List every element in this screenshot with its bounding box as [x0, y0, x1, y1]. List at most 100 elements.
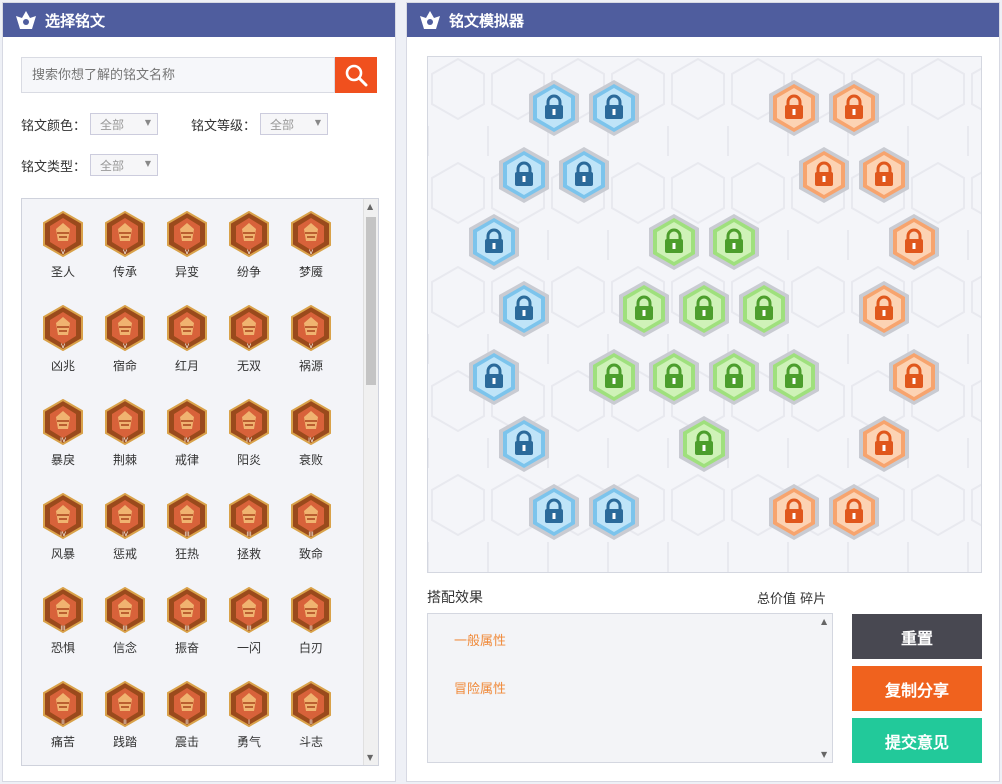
- inscription-slot-green[interactable]: [648, 348, 700, 406]
- inscription-item[interactable]: V 圣人: [32, 211, 94, 280]
- inscription-slot-orange[interactable]: [858, 415, 910, 473]
- reset-button[interactable]: 重置: [852, 614, 982, 659]
- inscription-slot-green[interactable]: [588, 348, 640, 406]
- inscription-slot-blue[interactable]: [588, 483, 640, 541]
- inscription-slot-green[interactable]: [708, 348, 760, 406]
- inscription-item[interactable]: IV 戒律: [156, 399, 218, 468]
- inscription-name: 震击: [174, 735, 199, 749]
- inscription-item[interactable]: III 拯救: [218, 493, 280, 562]
- inscription-item[interactable]: V 传承: [94, 211, 156, 280]
- inscription-item[interactable]: V 红月: [156, 305, 218, 374]
- inscription-item[interactable]: II 震击: [156, 681, 218, 750]
- inscription-item[interactable]: III 恐惧: [32, 587, 94, 656]
- combo-scrollbar[interactable]: ▲ ▼: [818, 614, 832, 762]
- inscription-slot-orange[interactable]: [768, 79, 820, 137]
- inscription-item[interactable]: IV 风暴: [32, 493, 94, 562]
- inscription-slot-blue[interactable]: [588, 79, 640, 137]
- inscription-slot-orange[interactable]: [798, 146, 850, 204]
- inscription-level: III: [184, 531, 190, 538]
- inscription-item[interactable]: III 振奋: [156, 587, 218, 656]
- inscription-slot-orange[interactable]: [858, 146, 910, 204]
- total-value-label: 总价值 碎片: [757, 592, 827, 607]
- inscription-icon: III: [43, 587, 83, 633]
- inscription-level: III: [246, 531, 252, 538]
- inscription-slot-blue[interactable]: [468, 348, 520, 406]
- inscription-slot-green[interactable]: [768, 348, 820, 406]
- inscription-item[interactable]: V 祸源: [280, 305, 342, 374]
- inscription-slot-blue[interactable]: [498, 415, 550, 473]
- scroll-down-icon[interactable]: ▼: [367, 753, 373, 762]
- inscription-icon: IV: [43, 399, 83, 445]
- combo-item-general[interactable]: 一般属性: [454, 630, 506, 649]
- inscription-slot-orange[interactable]: [828, 79, 880, 137]
- inscription-slot-orange[interactable]: [888, 348, 940, 406]
- inscription-slot-blue[interactable]: [528, 79, 580, 137]
- lock-icon: [859, 281, 909, 337]
- lock-icon: [499, 416, 549, 472]
- inscription-name: 衰败: [298, 453, 323, 467]
- inscription-slot-orange[interactable]: [888, 213, 940, 271]
- scroll-up-icon[interactable]: ▲: [367, 202, 373, 211]
- inscription-item[interactable]: III 信念: [94, 587, 156, 656]
- inscription-name: 暴戾: [50, 453, 75, 467]
- inscription-item[interactable]: IV 惩戒: [94, 493, 156, 562]
- inscription-icon: III: [105, 587, 145, 633]
- scroll-thumb[interactable]: [366, 217, 376, 385]
- inscription-slot-green[interactable]: [708, 213, 760, 271]
- combo-scroll-down-icon[interactable]: ▼: [821, 750, 827, 759]
- inscription-name: 践踏: [112, 735, 137, 749]
- submit-feedback-button[interactable]: 提交意见: [852, 718, 982, 763]
- inscription-item[interactable]: V 梦魇: [280, 211, 342, 280]
- inscription-slot-blue[interactable]: [468, 213, 520, 271]
- inscription-slot-green[interactable]: [648, 213, 700, 271]
- inscription-slot-green[interactable]: [738, 280, 790, 338]
- inscription-item[interactable]: III 致命: [280, 493, 342, 562]
- inscription-item[interactable]: IV 暴戾: [32, 399, 94, 468]
- type-filter: 铭文类型： 全部: [21, 154, 159, 176]
- inscription-slot-orange[interactable]: [828, 483, 880, 541]
- lock-icon: [469, 349, 519, 405]
- grid-scrollbar[interactable]: ▲ ▼: [363, 199, 378, 765]
- inscription-item[interactable]: V 宿命: [94, 305, 156, 374]
- inscription-item[interactable]: IV 荆棘: [94, 399, 156, 468]
- inscription-item[interactable]: III 一闪: [218, 587, 280, 656]
- inscription-slot-green[interactable]: [678, 415, 730, 473]
- lock-icon: [589, 484, 639, 540]
- inscription-slot-blue[interactable]: [498, 280, 550, 338]
- inscription-item[interactable]: II 斗志: [280, 681, 342, 750]
- inscription-slot-orange[interactable]: [858, 280, 910, 338]
- lock-icon: [709, 349, 759, 405]
- inscription-item[interactable]: I 勇气: [218, 681, 280, 750]
- left-panel-header: 选择铭文: [3, 3, 395, 37]
- inscription-item[interactable]: V 异变: [156, 211, 218, 280]
- inscription-name: 戒律: [174, 453, 199, 467]
- inscription-item[interactable]: II 践踏: [94, 681, 156, 750]
- inscription-item[interactable]: V 纷争: [218, 211, 280, 280]
- inscription-level: I: [248, 719, 250, 726]
- inscription-item[interactable]: IV 阳炎: [218, 399, 280, 468]
- inscription-slot-blue[interactable]: [498, 146, 550, 204]
- inscription-slot-green[interactable]: [678, 280, 730, 338]
- lock-icon: [739, 281, 789, 337]
- level-select[interactable]: 全部: [260, 113, 329, 135]
- search-button[interactable]: [335, 57, 377, 93]
- inscription-item[interactable]: IV 衰败: [280, 399, 342, 468]
- inscription-slot-blue[interactable]: [558, 146, 610, 204]
- copy-share-button[interactable]: 复制分享: [852, 666, 982, 711]
- search-input[interactable]: [21, 57, 335, 93]
- inscription-slot-orange[interactable]: [768, 483, 820, 541]
- inscription-name: 勇气: [236, 735, 261, 749]
- inscription-item[interactable]: II 痛苦: [32, 681, 94, 750]
- inscription-slot-blue[interactable]: [528, 483, 580, 541]
- inscription-icon: V: [229, 211, 269, 257]
- combo-scroll-up-icon[interactable]: ▲: [821, 617, 827, 626]
- inscription-slot-green[interactable]: [618, 280, 670, 338]
- inscription-item[interactable]: V 无双: [218, 305, 280, 374]
- combo-item-adventure[interactable]: 冒险属性: [454, 678, 506, 697]
- type-select[interactable]: 全部: [90, 154, 159, 176]
- color-select[interactable]: 全部: [90, 113, 159, 135]
- inscription-level: IV: [308, 437, 315, 444]
- inscription-item[interactable]: II 白刃: [280, 587, 342, 656]
- inscription-item[interactable]: III 狂热: [156, 493, 218, 562]
- inscription-item[interactable]: V 凶兆: [32, 305, 94, 374]
